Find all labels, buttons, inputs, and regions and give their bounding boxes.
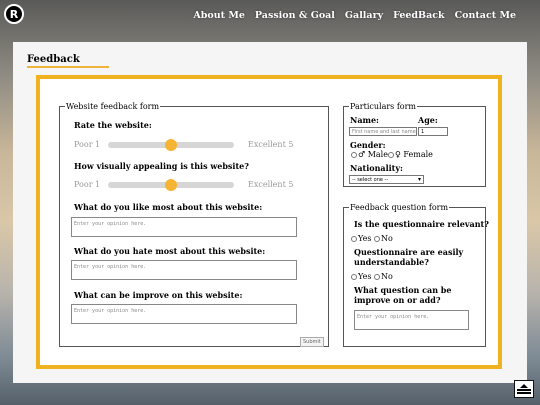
nav-item-about-me[interactable]: About Me	[193, 10, 245, 21]
understandable-yes-option[interactable]: Yes	[351, 272, 371, 281]
understandable-no-radio[interactable]	[374, 273, 380, 280]
like-textarea[interactable]: Enter your opinion here.	[71, 217, 297, 237]
back-to-top-icon[interactable]	[514, 380, 534, 398]
visual-slider[interactable]	[108, 179, 234, 191]
rate-question: Rate the website:	[74, 120, 152, 130]
male-label: ♂ Male	[358, 150, 388, 159]
feedback-question-legend: Feedback question form	[350, 203, 449, 212]
nationality-label: Nationality:	[350, 163, 403, 173]
submit-button[interactable]: Submit	[300, 337, 324, 347]
website-feedback-legend: Website feedback form	[66, 102, 160, 111]
relevant-question: Is the questionnaire relevant?	[354, 219, 489, 229]
nav-item-gallary[interactable]: Gallary	[345, 10, 383, 21]
feedback-question-form: Feedback question form Is the questionna…	[343, 203, 489, 347]
up-arrow-icon	[520, 384, 528, 388]
website-feedback-form: Website feedback form Rate the website: …	[59, 102, 329, 347]
like-question: What do you like most about this website…	[74, 202, 263, 212]
hate-textarea[interactable]: Enter your opinion here.	[71, 260, 297, 280]
age-label: Age:	[418, 115, 438, 125]
page-title: Feedback	[27, 54, 80, 65]
name-label: Name:	[350, 115, 380, 125]
understandable-no-option[interactable]: No	[374, 272, 393, 281]
rate-slider[interactable]	[108, 139, 234, 151]
understandable-yes-radio[interactable]	[351, 273, 357, 280]
bar-line	[517, 392, 531, 394]
gender-label: Gender:	[350, 140, 386, 150]
understandable-no-label: No	[381, 272, 393, 281]
hate-question: What do you hate most about this website…	[74, 246, 266, 256]
improve-question: What can be improve on this website:	[74, 290, 243, 300]
understandable-yes-label: Yes	[358, 272, 372, 281]
female-radio[interactable]	[388, 151, 394, 158]
particulars-form: Particulars form Name: Age: First name a…	[343, 102, 486, 187]
relevant-no-option[interactable]: No	[374, 234, 393, 243]
relevant-no-label: No	[381, 234, 393, 243]
female-label: ♀ Female	[395, 150, 433, 159]
nav-menu: About Me Passion & Goal Gallary FeedBack…	[193, 10, 516, 21]
forms-frame: Website feedback form Rate the website: …	[36, 75, 502, 369]
improve-add-question: What question can be improve on or add?	[354, 285, 452, 305]
visual-slider-thumb[interactable]	[165, 179, 177, 191]
nationality-select[interactable]: -- select one --	[349, 175, 424, 184]
visual-question: How visually appealing is this website?	[74, 161, 249, 171]
title-underline	[27, 66, 109, 68]
rate-slider-thumb[interactable]	[165, 139, 177, 151]
nav-item-feedback[interactable]: FeedBack	[393, 10, 445, 21]
logo-icon[interactable]: R	[4, 4, 24, 24]
visual-max-label: Excellent 5	[248, 180, 294, 189]
particulars-legend: Particulars form	[350, 102, 417, 111]
top-nav: R About Me Passion & Goal Gallary FeedBa…	[0, 0, 540, 34]
nav-item-contact-me[interactable]: Contact Me	[455, 10, 516, 21]
age-input[interactable]: 1	[418, 127, 448, 136]
main-panel: Feedback Website feedback form Rate the …	[13, 42, 527, 383]
bar-line	[517, 389, 531, 391]
relevant-no-radio[interactable]	[374, 235, 380, 242]
visual-min-label: Poor 1	[74, 180, 101, 189]
understandable-question: Questionnaire are easily understandable?	[354, 247, 464, 267]
rate-max-label: Excellent 5	[248, 140, 294, 149]
relevant-yes-option[interactable]: Yes	[351, 234, 371, 243]
gender-male-option[interactable]: ♂ Male	[351, 150, 388, 159]
improve-add-textarea[interactable]: Enter your opinion here.	[354, 310, 469, 330]
improve-textarea[interactable]: Enter your opinion here.	[71, 304, 297, 324]
gender-female-option[interactable]: ♀ Female	[388, 150, 433, 159]
name-input[interactable]: First name and last name	[349, 127, 417, 136]
relevant-yes-label: Yes	[358, 234, 372, 243]
rate-min-label: Poor 1	[74, 140, 101, 149]
male-radio[interactable]	[351, 151, 357, 158]
nav-item-passion-goal[interactable]: Passion & Goal	[255, 10, 335, 21]
relevant-yes-radio[interactable]	[351, 235, 357, 242]
